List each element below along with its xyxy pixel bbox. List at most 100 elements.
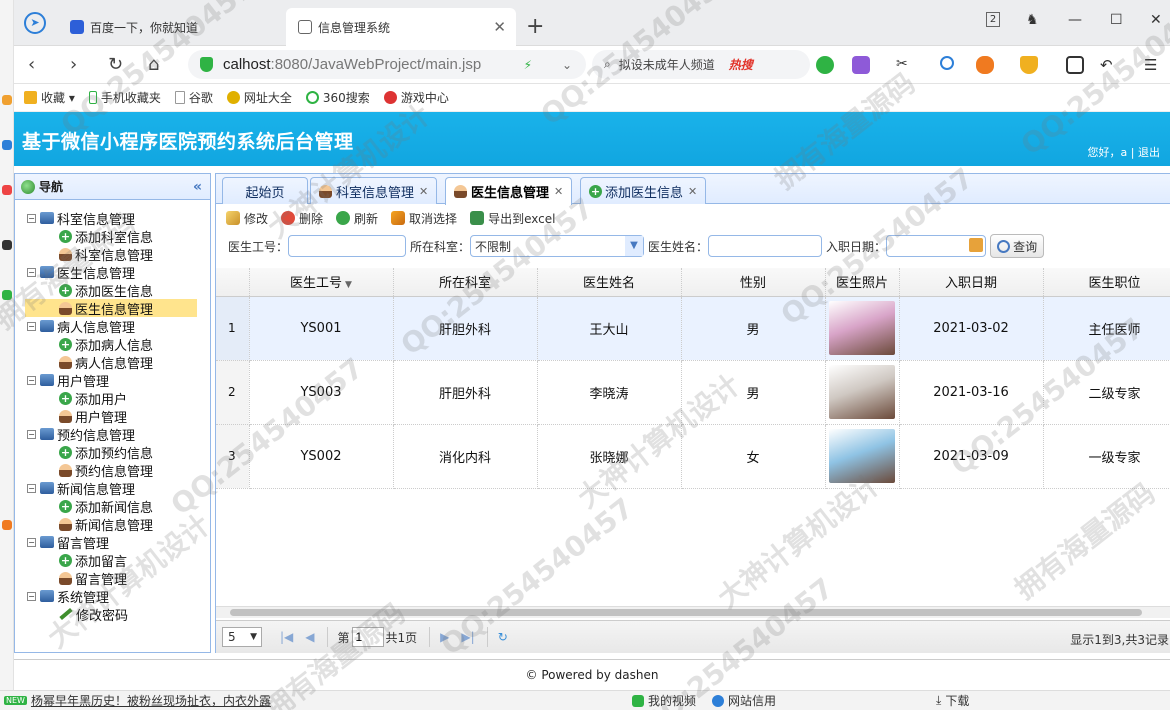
tree-item[interactable]: 留言管理 [15, 569, 210, 588]
collapse-icon[interactable]: − [27, 537, 36, 547]
doctor-no-input[interactable] [288, 235, 407, 257]
chevron-down-icon[interactable]: ▼ [625, 236, 644, 256]
doctor-photo[interactable] [829, 429, 895, 483]
search-lens-icon[interactable] [940, 56, 954, 70]
tree-group[interactable]: − 系统管理 [15, 587, 210, 606]
collapse-panel-icon[interactable]: « [193, 179, 202, 195]
translate-icon[interactable] [852, 56, 870, 74]
lightning-icon[interactable]: ⚡ [524, 58, 532, 72]
tree-group[interactable]: − 预约信息管理 [15, 425, 210, 444]
menu-icon[interactable]: ☰ [1144, 56, 1162, 74]
next-page-icon[interactable]: ▶ [440, 630, 449, 644]
edit-button[interactable]: 修改 [226, 210, 268, 227]
tree-item[interactable]: + 添加预约信息 [15, 443, 210, 462]
prev-page-icon[interactable]: ◀ [305, 630, 314, 644]
tab-add-doctor[interactable]: + 添加医生信息 ✕ [580, 177, 707, 204]
tree-group[interactable]: − 用户管理 [15, 371, 210, 390]
forward-icon[interactable]: › [70, 54, 77, 75]
collapse-icon[interactable]: − [27, 267, 36, 277]
column-header[interactable]: 所在科室 [393, 268, 538, 297]
browser-search-box[interactable]: ⌕ 拟设未成年人频道 热搜 [592, 50, 810, 79]
doctor-photo[interactable] [829, 365, 895, 419]
browser-logo-icon[interactable]: ➤ [24, 12, 46, 34]
collapse-icon[interactable]: − [27, 429, 36, 439]
collapse-icon[interactable]: − [27, 321, 36, 331]
column-header[interactable]: 医生工号 ▼ [249, 268, 394, 297]
calendar-icon[interactable] [969, 238, 984, 252]
tree-item[interactable]: + 添加病人信息 [15, 335, 210, 354]
scissors-icon[interactable]: ✂ [896, 56, 914, 74]
bookmark-item[interactable]: 手机收藏夹 [88, 89, 161, 106]
minimize-icon[interactable]: — [1068, 12, 1082, 28]
tree-item[interactable]: 病人信息管理 [15, 353, 210, 372]
first-page-icon[interactable]: |◀ [280, 630, 293, 644]
page-size-select[interactable]: 5 ▼ [222, 627, 262, 647]
bookmark-item[interactable]: 谷歌 [174, 89, 213, 106]
tree-group[interactable]: − 医生信息管理 [15, 263, 210, 282]
tree-group[interactable]: − 新闻信息管理 [15, 479, 210, 498]
url-field[interactable]: calhost:8080/JavaWebProject/main.jsp ⚡ ⌄ [188, 50, 586, 79]
extension-icon[interactable] [2, 140, 12, 150]
table-row[interactable]: 1 YS001 肝胆外科 王大山男 2021-03-02 主任医师 [216, 296, 1170, 361]
bookmark-item[interactable]: 360搜索 [305, 89, 370, 106]
extension-icon[interactable] [2, 185, 12, 195]
delete-button[interactable]: 删除 [281, 210, 323, 227]
tree-item[interactable]: + 添加科室信息 [15, 227, 210, 246]
site-credit-button[interactable]: 网站信用 [712, 692, 776, 709]
bookmark-item[interactable]: 收藏 ▾ [24, 89, 75, 106]
bookmark-item[interactable]: 游戏中心 [383, 89, 449, 106]
last-page-icon[interactable]: ▶| [461, 630, 474, 644]
apps-grid-icon[interactable] [1066, 56, 1084, 74]
collapse-icon[interactable]: − [27, 213, 36, 223]
clear-selection-button[interactable]: 取消选择 [391, 210, 457, 227]
close-window-icon[interactable]: ✕ [1150, 12, 1162, 28]
tab-doctor-manage[interactable]: 医生信息管理 ✕ [445, 177, 573, 205]
new-tab-icon[interactable]: + [526, 14, 544, 39]
table-row[interactable]: 3 YS002 消化内科 张晓娜女 2021-03-09 一级专家 [216, 424, 1170, 489]
column-header[interactable]: 医生职位 [1043, 268, 1170, 297]
hot-search-label[interactable]: 热搜 [729, 56, 753, 73]
tab-home[interactable]: 起始页 [222, 177, 308, 204]
extension-icon[interactable] [2, 520, 12, 530]
home-icon[interactable]: ⌂ [148, 54, 159, 75]
chevron-down-icon[interactable]: ⌄ [562, 58, 572, 72]
page-number-input[interactable] [351, 627, 384, 647]
column-header[interactable]: 性别 [681, 268, 826, 297]
close-tab-icon[interactable]: ✕ [688, 185, 697, 198]
logout-link[interactable]: 退出 [1138, 146, 1160, 159]
close-tab-icon[interactable]: ✕ [419, 185, 428, 198]
browser-tab-baidu[interactable]: 百度一下，你就知道 [58, 8, 286, 46]
shield-icon[interactable] [1020, 56, 1038, 74]
dept-select[interactable]: 不限制 ▼ [470, 235, 645, 257]
tree-group[interactable]: − 病人信息管理 [15, 317, 210, 336]
maximize-icon[interactable]: ☐ [1110, 12, 1123, 28]
collapse-icon[interactable]: − [27, 483, 36, 493]
tree-item[interactable]: 预约信息管理 [15, 461, 210, 480]
column-header[interactable]: 入职日期 [899, 268, 1044, 297]
undo-icon[interactable]: ↶ [1100, 56, 1118, 74]
tree-item[interactable]: + 添加新闻信息 [15, 497, 210, 516]
tree-group[interactable]: − 留言管理 [15, 533, 210, 552]
back-icon[interactable]: ‹ [28, 54, 35, 75]
browser-tab-active[interactable]: 信息管理系统 ✕ [286, 8, 516, 46]
column-header[interactable]: 医生照片 [825, 268, 900, 297]
shirt-icon[interactable]: ♞ [1026, 12, 1039, 28]
table-row[interactable]: 2 YS003 肝胆外科 李晓涛男 2021-03-16 二级专家 [216, 360, 1170, 425]
close-tab-icon[interactable]: ✕ [554, 185, 563, 198]
query-button[interactable]: 查询 [990, 234, 1045, 258]
game-icon[interactable] [976, 56, 994, 74]
tree-item[interactable]: 科室信息管理 [15, 245, 210, 264]
tree-item[interactable]: 用户管理 [15, 407, 210, 426]
close-tab-icon[interactable]: ✕ [493, 18, 506, 36]
tree-item[interactable]: + 添加用户 [15, 389, 210, 408]
tab-dept-manage[interactable]: 科室信息管理 ✕ [310, 177, 438, 204]
collapse-icon[interactable]: − [27, 591, 36, 601]
scrollbar-thumb[interactable] [230, 609, 1142, 616]
bookmark-item[interactable]: 网址大全 [226, 89, 292, 106]
collapse-icon[interactable]: − [27, 375, 36, 385]
horizontal-scrollbar[interactable] [216, 606, 1170, 618]
tree-item[interactable]: + 添加留言 [15, 551, 210, 570]
doctor-photo[interactable] [829, 301, 895, 355]
tree-item[interactable]: + 添加医生信息 [15, 281, 210, 300]
tree-group[interactable]: − 科室信息管理 [15, 209, 210, 228]
